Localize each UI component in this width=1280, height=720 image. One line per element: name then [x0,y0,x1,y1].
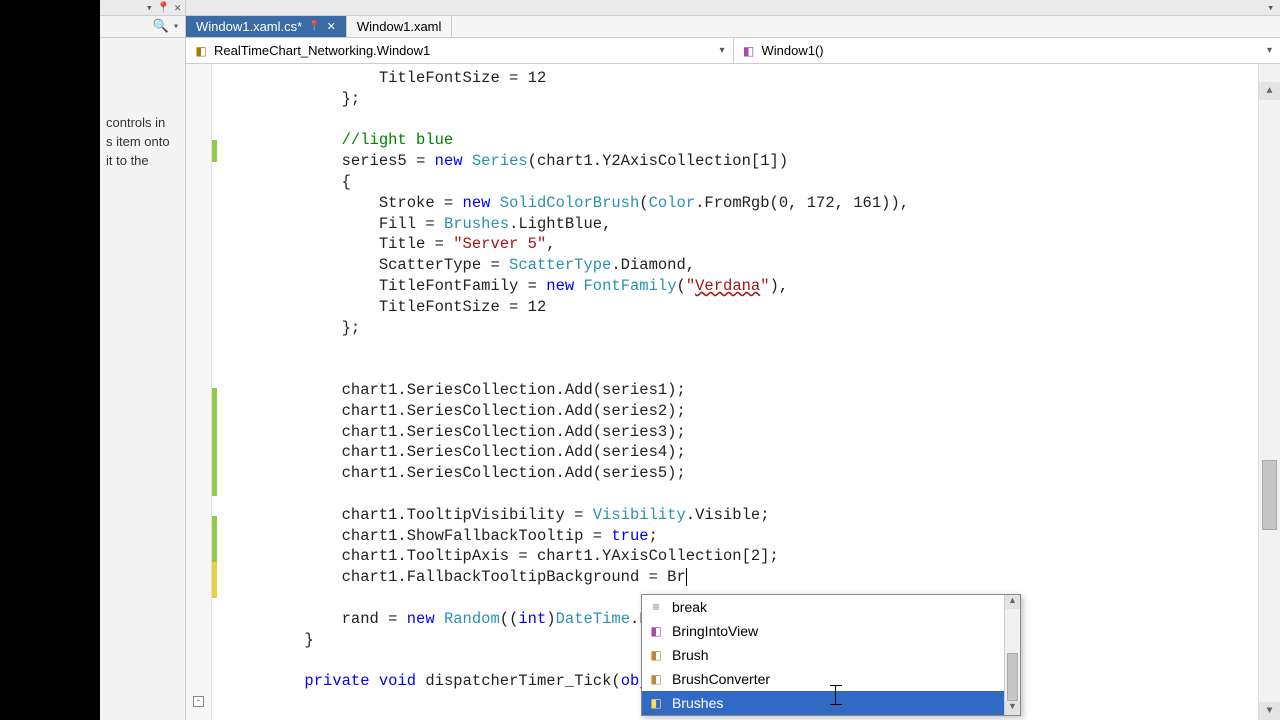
tab-window1-cs[interactable]: Window1.xaml.cs* 📍 ✕ [186,16,347,37]
class-icon [648,695,664,711]
toolbox-search-row: 🔍 ▾ [100,16,185,38]
method-icon [648,623,664,639]
intellisense-label: BringIntoView [672,623,758,639]
change-marker [212,388,217,496]
keyword-icon [648,599,664,615]
toolbox-header: ▾ 📍 ✕ [100,0,185,16]
chevron-down-icon[interactable]: ▾ [1267,1,1274,15]
intellisense-item-brush[interactable]: Brush [642,643,1020,667]
editor-top-strip: ▾ [186,0,1280,16]
pin-icon[interactable]: 📍 [308,21,320,32]
toolbox-panel: ▾ 📍 ✕ 🔍 ▾ controls in s item onto it to … [100,0,186,720]
intellisense-item-bringintoview[interactable]: BringIntoView [642,619,1020,643]
intellisense-label: Brush [672,647,709,663]
chevron-down-icon: ▾ [1267,45,1272,56]
change-marker-unsaved [212,562,217,598]
change-marker [212,516,217,562]
tab-label: Window1.xaml.cs* [196,19,302,34]
intellisense-popup[interactable]: break BringIntoView Brush BrushConverter… [641,594,1021,716]
class-icon: ◧ [194,44,208,58]
navigation-bar: ◧ RealTimeChart_Networking.Window1 ▾ ◧ W… [186,38,1280,64]
toolbox-hint-text: controls in s item onto it to the [100,108,185,177]
intellisense-item-brushconverter[interactable]: BrushConverter [642,667,1020,691]
intellisense-label: BrushConverter [672,671,770,687]
method-icon: ◧ [742,44,756,58]
chevron-down-icon: ▾ [719,45,724,56]
scroll-down-icon[interactable]: ▼ [1259,702,1280,720]
scroll-thumb[interactable] [1007,653,1018,701]
member-name: Window1() [762,43,824,58]
intellisense-scrollbar[interactable]: ▲ ▼ [1004,595,1020,715]
dropdown-icon[interactable]: ▾ [146,1,153,15]
scroll-up-icon[interactable]: ▲ [1005,595,1020,609]
chevron-down-icon[interactable]: ▾ [173,21,179,33]
intellisense-label: Brushes [672,695,723,711]
close-icon[interactable]: ✕ [327,20,336,33]
class-dropdown[interactable]: ◧ RealTimeChart_Networking.Window1 ▾ [186,38,734,63]
member-dropdown[interactable]: ◧ Window1() ▾ [734,38,1280,63]
close-icon[interactable]: ✕ [174,1,181,15]
scroll-thumb[interactable] [1262,460,1277,530]
tab-window1-xaml[interactable]: Window1.xaml [347,16,453,37]
vertical-scrollbar[interactable]: ▲ ▼ [1258,64,1280,720]
scroll-down-icon[interactable]: ▼ [1005,701,1020,715]
scroll-up-icon[interactable]: ▲ [1259,82,1280,100]
class-icon [648,671,664,687]
class-icon [648,647,664,663]
outline-gutter: - [186,64,212,720]
intellisense-item-break[interactable]: break [642,595,1020,619]
tab-label: Window1.xaml [357,19,442,34]
class-name: RealTimeChart_Networking.Window1 [214,43,430,58]
intellisense-item-brushes[interactable]: Brushes [642,691,1020,715]
search-icon[interactable]: 🔍 [153,19,169,34]
document-tab-bar: Window1.xaml.cs* 📍 ✕ Window1.xaml [186,16,1280,38]
change-marker [212,140,217,162]
pin-icon[interactable]: 📍 [157,1,171,15]
collapse-region-icon[interactable]: - [193,696,204,707]
intellisense-label: break [672,599,707,615]
